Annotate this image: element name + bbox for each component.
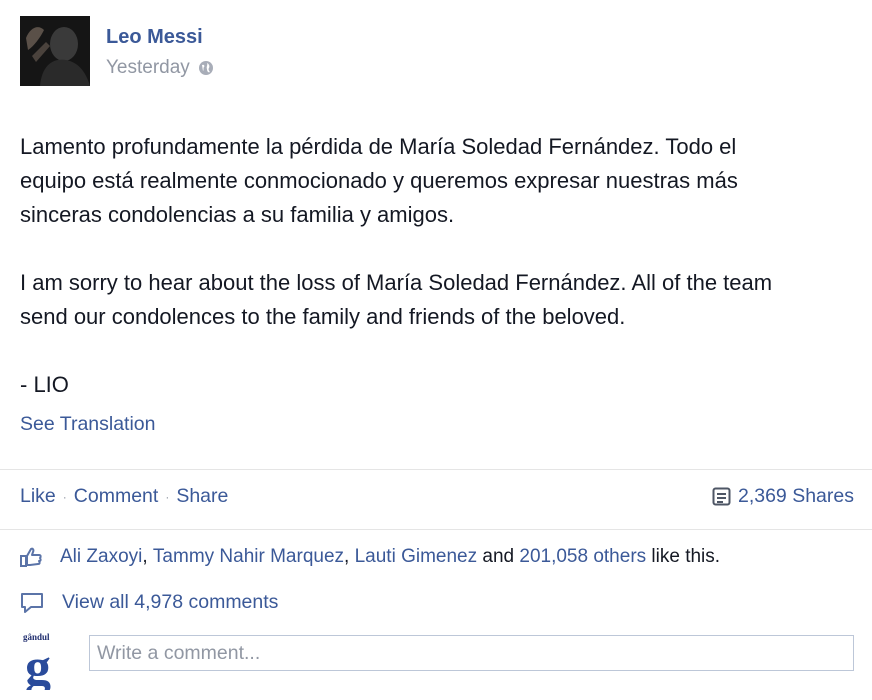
comment-input[interactable] [89,635,854,671]
post-line: sinceras condolencias a su familia y ami… [20,202,455,227]
liker-name-link[interactable]: Lauti Gimenez [355,546,478,568]
author-avatar[interactable] [20,16,90,86]
view-comments-link[interactable]: View all 4,978 comments [20,591,278,614]
shares-count-link[interactable]: 2,369 Shares [712,485,854,508]
post-signature: - LIO [20,372,69,397]
divider [0,529,872,530]
shares-icon [712,487,731,505]
globe-icon [198,60,214,76]
post-line: send our condolences to the family and f… [20,304,626,329]
view-comments-text[interactable]: View all 4,978 comments [62,591,278,614]
separator: · [165,489,170,504]
post-line: equipo está realmente conmocionado y que… [20,168,738,193]
post-line: Lamento profundamente la pérdida de Marí… [20,134,737,159]
like-suffix: like this. [646,546,721,567]
and-text: and [477,546,520,567]
post-header: Leo Messi Yesterday [20,16,852,86]
timestamp-row: Yesterday [106,57,214,79]
thumbs-up-icon [20,546,42,568]
liker-name-link[interactable]: Ali Zaxoyi [60,546,142,568]
svg-text:g: g [25,639,51,690]
comma: , [344,546,355,567]
separator: · [62,489,67,504]
post-text: Lamento profundamente la pérdida de Marí… [20,130,860,402]
post-actions: Like · Comment · Share [20,485,228,508]
liker-name-link[interactable]: Tammy Nahir Marquez [153,546,344,568]
commenter-avatar[interactable]: gândul g [20,630,74,696]
comment-bubble-icon [20,592,44,614]
share-button[interactable]: Share [176,485,228,508]
comment-button[interactable]: Comment [74,485,159,508]
others-like-link[interactable]: 201,058 others [519,546,646,568]
shares-count[interactable]: 2,369 Shares [738,485,854,508]
divider [0,469,872,470]
author-name-link[interactable]: Leo Messi [106,26,203,49]
post-line: I am sorry to hear about the loss of Mar… [20,270,773,295]
see-translation-link[interactable]: See Translation [20,413,156,436]
likes-summary: Ali Zaxoyi , Tammy Nahir Marquez , Lauti… [20,546,720,568]
comma: , [142,546,153,567]
post-timestamp[interactable]: Yesterday [106,57,190,79]
like-button[interactable]: Like [20,485,56,508]
